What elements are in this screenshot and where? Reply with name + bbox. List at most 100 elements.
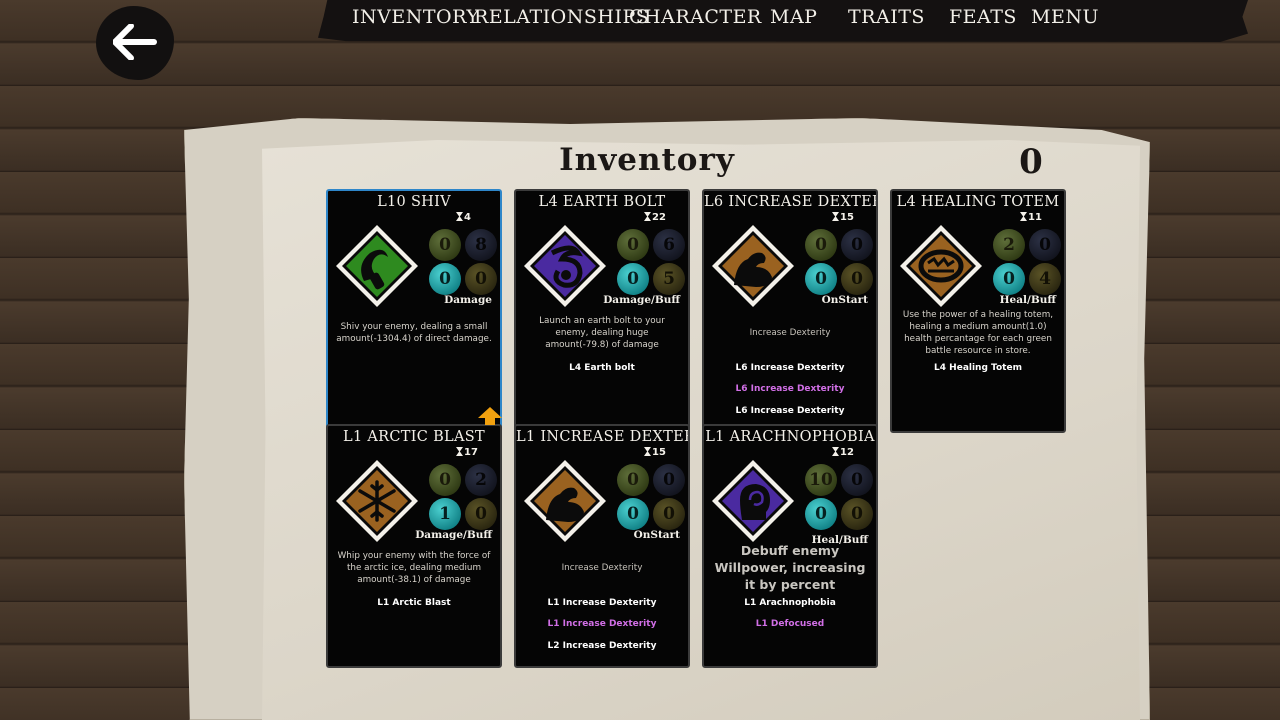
resource-orb: 5 — [653, 263, 685, 295]
resource-orb: 0 — [841, 263, 873, 295]
hourglass-icon — [456, 447, 463, 456]
card-cost-value: 22 — [652, 212, 666, 223]
card-title: L10 SHIV — [377, 194, 451, 210]
resource-orb: 2 — [465, 464, 497, 496]
nav-map[interactable]: MAP — [770, 6, 817, 28]
card-description: Use the power of a healing totem, healin… — [902, 310, 1054, 356]
skill-card[interactable]: L1 ARCTIC BLAST 17 0 2 1 0 Damage/Buff Whip yo… — [326, 424, 502, 668]
card-effect-line: L6 Increase Dexterity — [735, 384, 845, 394]
card-effect-line: L1 Increase Dexterity — [547, 619, 657, 629]
card-effect-line: L1 Increase Dexterity — [547, 598, 657, 608]
card-title: L1 ARCTIC BLAST — [343, 429, 485, 445]
resource-orb: 0 — [841, 229, 873, 261]
nav-relationships[interactable]: RELATIONSHIPS — [474, 6, 649, 28]
card-cost: 17 — [456, 447, 478, 458]
card-cost: 11 — [1020, 212, 1042, 223]
nav-menu[interactable]: MENU — [1031, 6, 1099, 28]
resource-orb: 0 — [617, 229, 649, 261]
card-effect-line: L1 Arctic Blast — [377, 598, 451, 608]
back-button[interactable] — [96, 6, 174, 80]
skill-card[interactable]: L6 INCREASE DEXTERITY15 0000OnStartIncre… — [702, 189, 878, 433]
hourglass-icon — [644, 212, 651, 221]
inventory-title: Inventory — [559, 142, 735, 178]
resource-orb: 0 — [841, 498, 873, 530]
new-card-arrow-icon — [478, 407, 502, 425]
card-effect-line: L6 Increase Dexterity — [735, 363, 845, 373]
resource-orb: 0 — [465, 498, 497, 530]
card-type: Damage — [444, 294, 492, 306]
resource-orb: 4 — [1029, 263, 1061, 295]
resource-orb: 0 — [429, 464, 461, 496]
resource-orb: 1 — [429, 498, 461, 530]
nav-character[interactable]: CHARACTER — [629, 6, 762, 28]
card-effect-line: L6 Increase Dexterity — [735, 406, 845, 416]
card-effect-line: L1 Defocused — [755, 619, 825, 629]
card-effect-line: L4 Earth bolt — [569, 363, 635, 373]
skill-card[interactable]: L1 ARACHNOPHOBIA 12 10 0 0 0 Heal/Buff Debuff … — [702, 424, 878, 668]
card-description: Debuff enemy Willpower, increasing it by… — [714, 543, 866, 592]
hourglass-icon — [832, 212, 839, 221]
card-cost-value: 17 — [464, 447, 478, 458]
card-type: Damage/Buff — [415, 529, 492, 541]
skill-card[interactable]: L4 EARTH BOLT 22 0 6 0 5 Damage/Buff Launch an… — [514, 189, 690, 433]
card-title: L1 INCREASE DEXTERITY — [516, 429, 688, 445]
skill-card[interactable]: L1 INCREASE DEXTERITY15 0000OnStartIncre… — [514, 424, 690, 668]
card-title: L4 HEALING TOTEM — [896, 194, 1060, 210]
resource-orb: 0 — [1029, 229, 1061, 261]
card-effect-line: L2 Increase Dexterity — [547, 641, 657, 651]
card-title: L6 INCREASE DEXTERITY — [704, 194, 876, 210]
resource-orb: 10 — [805, 464, 837, 496]
resource-orb: 0 — [805, 498, 837, 530]
skill-card[interactable]: L10 SHIV 4 0 8 0 0 Damage Shiv your enemy, dea… — [326, 189, 502, 433]
inventory-count: 0 — [1019, 142, 1043, 182]
head-silhouette-icon — [710, 458, 796, 544]
healing-totem-icon — [898, 223, 984, 309]
resource-orb: 0 — [805, 263, 837, 295]
resource-orb: 0 — [465, 263, 497, 295]
earth-serpent-icon — [522, 223, 608, 309]
hourglass-icon — [1020, 212, 1027, 221]
card-type: Damage/Buff — [603, 294, 680, 306]
nav-feats[interactable]: FEATS — [949, 6, 1017, 28]
resource-orb: 0 — [617, 263, 649, 295]
nav-traits[interactable]: TRAITS — [848, 6, 925, 28]
nav-inventory[interactable]: INVENTORY — [352, 6, 479, 28]
card-type: Heal/Buff — [999, 294, 1056, 306]
flexed-arm-icon — [522, 458, 608, 544]
snowflake-icon — [334, 458, 420, 544]
card-cost-value: 15 — [652, 447, 666, 458]
resource-orb: 6 — [653, 229, 685, 261]
resource-orb: 2 — [993, 229, 1025, 261]
skill-card[interactable]: L4 HEALING TOTEM 11 2 0 0 4 Heal/Buff Use the … — [890, 189, 1066, 433]
resource-orb: 0 — [617, 464, 649, 496]
resource-orb: 0 — [653, 498, 685, 530]
card-title: L4 EARTH BOLT — [538, 194, 666, 210]
card-title: L1 ARACHNOPHOBIA — [705, 429, 875, 445]
card-cost: 22 — [644, 212, 666, 223]
card-effect-line: L4 Healing Totem — [934, 363, 1022, 373]
card-cost-value: 12 — [840, 447, 854, 458]
resource-orb: 0 — [429, 229, 461, 261]
resource-orb: 0 — [653, 464, 685, 496]
hourglass-icon — [832, 447, 839, 456]
card-cost: 4 — [456, 212, 471, 223]
flexed-arm-icon — [710, 223, 796, 309]
hourglass-icon — [456, 212, 463, 221]
card-cost-value: 15 — [840, 212, 854, 223]
card-description: Increase Dexterity — [749, 328, 831, 338]
card-cost-value: 11 — [1028, 212, 1042, 223]
card-effect-line: L1 Arachnophobia — [744, 598, 836, 608]
dagger-icon — [334, 223, 420, 309]
card-description: Whip your enemy with the force of the ar… — [337, 551, 491, 585]
resource-orb: 0 — [805, 229, 837, 261]
card-description: Increase Dexterity — [561, 563, 643, 573]
hourglass-icon — [644, 447, 651, 456]
resource-orb: 8 — [465, 229, 497, 261]
resource-orb: 0 — [993, 263, 1025, 295]
resource-orb: 0 — [429, 263, 461, 295]
card-cost: 15 — [832, 212, 854, 223]
card-type: OnStart — [821, 294, 868, 306]
card-type: OnStart — [633, 529, 680, 541]
resource-orb: 0 — [841, 464, 873, 496]
card-description: Shiv your enemy, dealing a small amount(… — [336, 322, 492, 344]
